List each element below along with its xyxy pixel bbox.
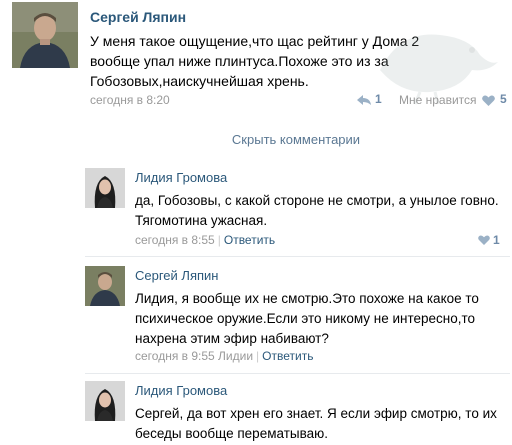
woman-avatar-photo bbox=[85, 381, 125, 421]
comment-reply-link[interactable]: Ответить bbox=[224, 233, 275, 247]
post-author-name[interactable]: Сергей Ляпин bbox=[90, 9, 186, 25]
meta-separator: | bbox=[256, 349, 260, 363]
comment-author-name[interactable]: Лидия Громова bbox=[135, 170, 227, 185]
hide-comments-link[interactable]: Скрыть комментарии bbox=[0, 132, 512, 147]
man-avatar-photo bbox=[85, 266, 125, 306]
wall-post: Сергей Ляпин У меня такое ощущение,что щ… bbox=[10, 0, 512, 125]
heart-icon[interactable] bbox=[482, 95, 495, 106]
comment-timestamp[interactable]: сегодня в 9:55 Лидии bbox=[135, 349, 253, 363]
comment-reply-link[interactable]: Ответить bbox=[262, 349, 313, 363]
comment-like-count: 1 bbox=[493, 233, 500, 247]
comment-item: Лидия Громова да, Гобозовы, с какой стор… bbox=[85, 168, 512, 258]
comment-meta: сегодня в 9:55 Лидии | Ответить bbox=[135, 349, 313, 363]
comment-divider bbox=[85, 256, 510, 257]
meta-separator: | bbox=[217, 233, 221, 247]
post-like-label[interactable]: Мне нравится bbox=[399, 93, 477, 107]
man-avatar-photo bbox=[12, 2, 78, 68]
comment-author-name[interactable]: Лидия Громова bbox=[135, 383, 227, 398]
woman-avatar-photo bbox=[85, 168, 125, 208]
comment-like-button[interactable]: 1 bbox=[478, 233, 508, 248]
comment-author-name[interactable]: Сергей Ляпин bbox=[135, 268, 218, 283]
comment-item: Сергей Ляпин Лидия, я вообще их не смотр… bbox=[85, 266, 512, 366]
comment-item: Лидия Громова Сергей, да вот хрен его зн… bbox=[85, 381, 512, 445]
comment-meta: сегодня в 8:55 | Ответить bbox=[135, 233, 275, 247]
post-author-avatar[interactable] bbox=[12, 2, 78, 68]
post-timestamp[interactable]: сегодня в 8:20 bbox=[90, 93, 170, 107]
comment-author-avatar[interactable] bbox=[85, 168, 125, 208]
reply-arrow-icon[interactable] bbox=[357, 95, 371, 105]
post-reply-count[interactable]: 1 bbox=[375, 92, 382, 106]
comment-author-avatar[interactable] bbox=[85, 381, 125, 421]
comment-text: Лидия, я вообще их не смотрю.Это похоже … bbox=[135, 291, 479, 346]
bird-watermark-icon bbox=[380, 34, 498, 105]
comment-divider bbox=[85, 373, 510, 374]
comment-timestamp[interactable]: сегодня в 8:55 bbox=[135, 233, 215, 247]
comment-text: Сергей, да вот хрен его знает. Я если эф… bbox=[135, 406, 497, 441]
post-like-count[interactable]: 5 bbox=[500, 92, 507, 106]
comment-author-avatar[interactable] bbox=[85, 266, 125, 306]
comment-text: да, Гобозовы, с какой стороне не смотри,… bbox=[135, 193, 499, 228]
heart-icon bbox=[478, 235, 490, 245]
